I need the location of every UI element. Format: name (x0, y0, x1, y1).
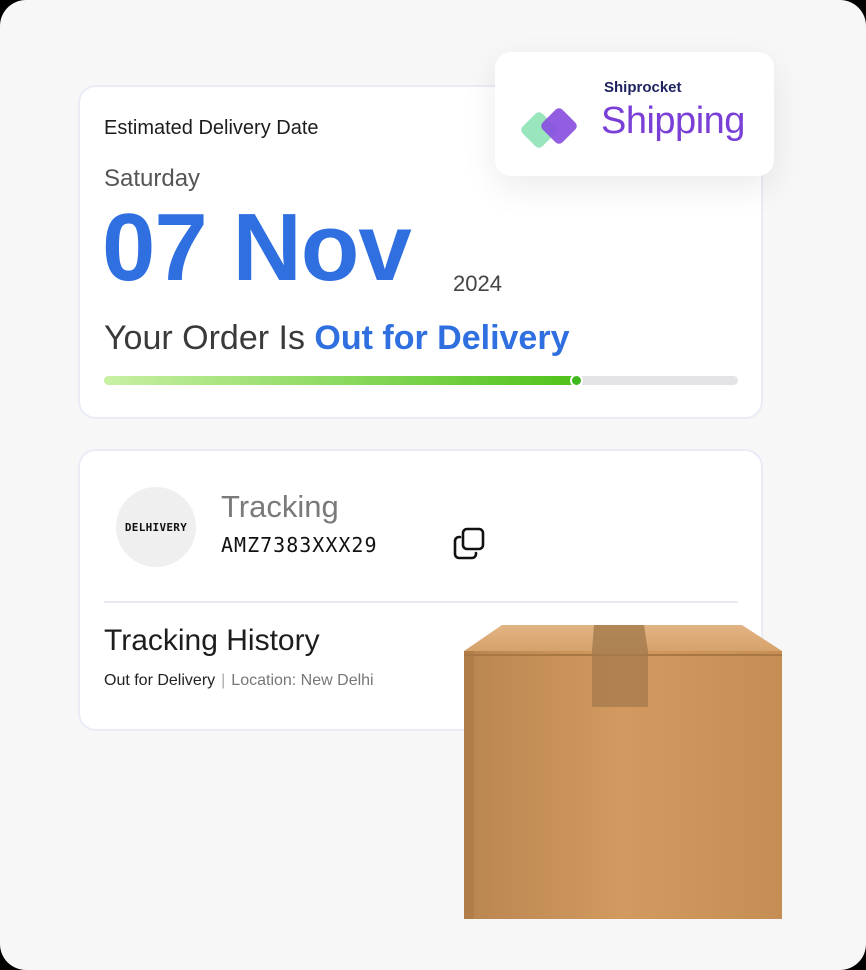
history-separator: | (221, 672, 226, 689)
delivery-year: 2024 (453, 271, 502, 296)
order-status-prefix: Your Order Is (104, 319, 305, 357)
history-status: Out for Delivery (104, 672, 216, 689)
tracking-divider (104, 601, 738, 603)
tracking-history-title: Tracking History (104, 624, 320, 657)
delivery-date: 07 Nov (102, 194, 412, 301)
brand-name: Shiprocket (604, 79, 682, 96)
history-location: Location: New Delhi (231, 672, 374, 689)
shipping-tracking-panel: Estimated Delivery Date Saturday 07 Nov … (0, 0, 866, 970)
tracking-label: Tracking (221, 489, 339, 524)
delivery-progress-marker (570, 374, 584, 387)
courier-logo-text: DELHIVERY (124, 520, 188, 534)
shiprocket-logo-card: Shiprocket Shipping (495, 52, 774, 176)
brand-product: Shipping (601, 100, 745, 142)
copy-icon[interactable] (451, 526, 487, 562)
tracking-number: AMZ7383XXX29 (221, 533, 378, 557)
delivery-progress-bar (104, 374, 738, 387)
shiprocket-logo-icon (521, 108, 577, 148)
cardboard-box-icon (464, 625, 782, 919)
order-status-line: Your Order Is Out for Delivery (104, 319, 569, 358)
delivery-weekday: Saturday (104, 165, 201, 192)
order-status-value: Out for Delivery (314, 319, 570, 357)
delivery-progress-fill (104, 376, 577, 385)
estimated-delivery-label: Estimated Delivery Date (104, 117, 319, 139)
tracking-history-entry: Out for Delivery | Location: New Delhi (104, 672, 374, 690)
courier-logo: DELHIVERY (116, 487, 196, 567)
